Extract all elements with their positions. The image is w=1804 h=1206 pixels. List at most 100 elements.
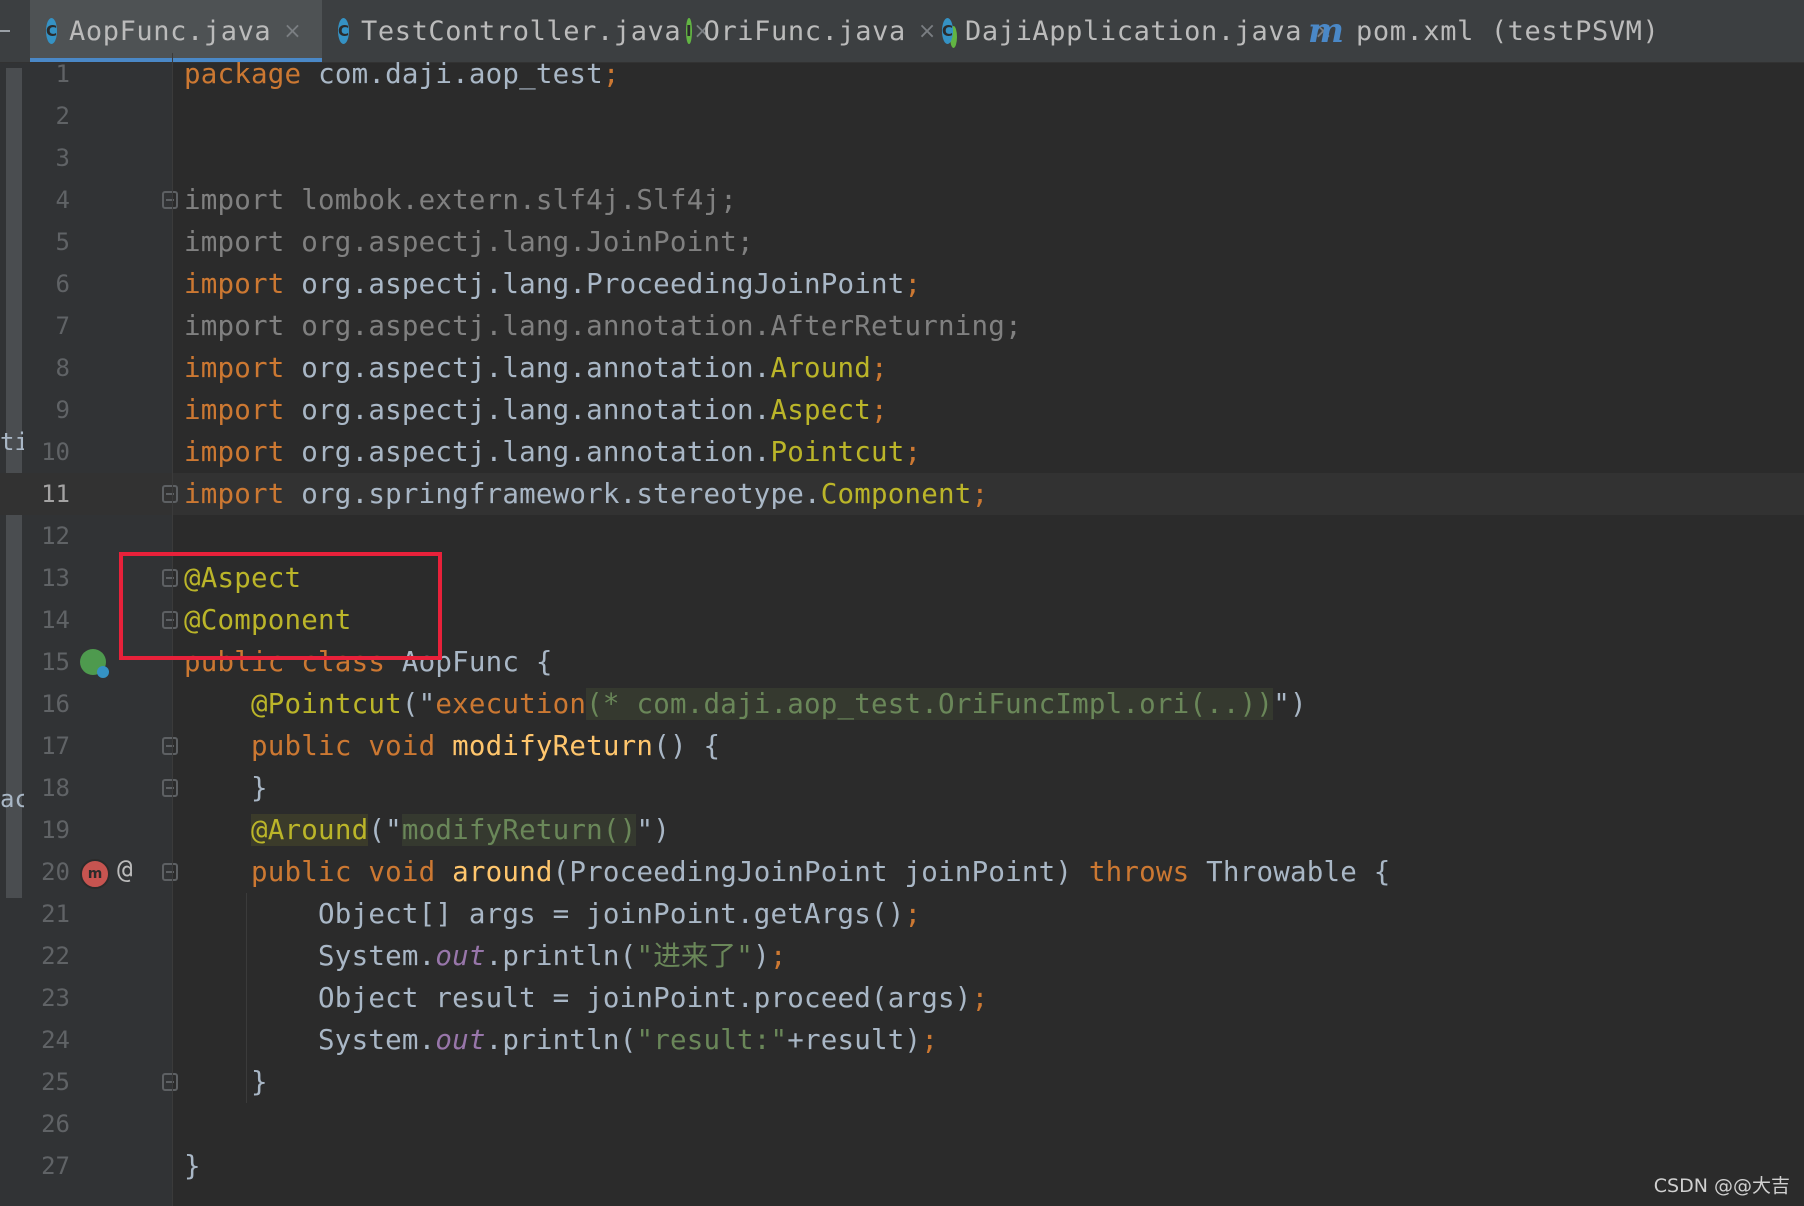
line-number[interactable]: 25	[30, 1061, 70, 1103]
line-number[interactable]: 6	[30, 263, 70, 305]
code-token: org.aspectj.lang.annotation.	[301, 352, 771, 384]
fold-marker-icon[interactable]	[162, 485, 178, 503]
fold-marker-icon[interactable]	[162, 779, 178, 797]
code-line[interactable]: 24 System.out.println("result:"+result);	[0, 1019, 1804, 1061]
close-icon[interactable]: ×	[283, 19, 301, 44]
annotation-navigation-icon[interactable]: @	[117, 855, 133, 885]
code-text[interactable]: import org.aspectj.lang.annotation.Point…	[184, 431, 921, 473]
line-number[interactable]: 23	[30, 977, 70, 1019]
line-number[interactable]: 14	[30, 599, 70, 641]
code-line[interactable]: 10 import org.aspectj.lang.annotation.Poi…	[0, 431, 1804, 473]
fold-marker-icon[interactable]	[162, 863, 178, 881]
code-text[interactable]: import org.aspectj.lang.annotation.After…	[184, 305, 1022, 347]
code-text[interactable]: System.out.println("result:"+result);	[184, 1019, 938, 1061]
line-number[interactable]: 24	[30, 1019, 70, 1061]
fold-marker-icon[interactable]	[162, 1073, 178, 1091]
code-line[interactable]: 1 package com.daji.aop_test;	[0, 53, 1804, 95]
line-number[interactable]: 20	[30, 851, 70, 893]
code-text[interactable]: Object[] args = joinPoint.getArgs();	[184, 893, 921, 935]
code-text[interactable]: System.out.println("进来了");	[184, 935, 787, 977]
line-number[interactable]: 4	[30, 179, 70, 221]
fold-marker-icon[interactable]	[162, 191, 178, 209]
line-number[interactable]: 17	[30, 725, 70, 767]
code-line[interactable]: 7 import org.aspectj.lang.annotation.Afte…	[0, 305, 1804, 347]
code-token: }	[184, 1150, 201, 1182]
code-line[interactable]: 5 import org.aspectj.lang.JoinPoint;	[0, 221, 1804, 263]
line-number[interactable]: 22	[30, 935, 70, 977]
code-line[interactable]: 23 Object result = joinPoint.proceed(arg…	[0, 977, 1804, 1019]
line-number[interactable]: 16	[30, 683, 70, 725]
code-text[interactable]: }	[184, 1061, 268, 1103]
code-line[interactable]: 8 import org.aspectj.lang.annotation.Arou…	[0, 347, 1804, 389]
code-line[interactable]: 21 Object[] args = joinPoint.getArgs();	[0, 893, 1804, 935]
code-token: org.aspectj.lang.ProceedingJoinPoint	[301, 268, 905, 300]
code-line[interactable]: 20 public void around(ProceedingJoinPoin…	[0, 851, 1804, 893]
code-line[interactable]: 3	[0, 137, 1804, 179]
line-number[interactable]: 18	[30, 767, 70, 809]
spring-bean-icon[interactable]	[80, 649, 109, 678]
code-token: Around	[770, 352, 872, 384]
code-token: ("	[401, 688, 436, 720]
code-text[interactable]: @Around("modifyReturn()")	[184, 809, 670, 851]
tab-label: OriFunc.java	[703, 15, 906, 47]
line-number[interactable]: 7	[30, 305, 70, 347]
code-text[interactable]: public void modifyReturn() {	[184, 725, 720, 767]
code-line[interactable]: 27}	[0, 1145, 1804, 1187]
code-line[interactable]: 6 import org.aspectj.lang.ProceedingJoinP…	[0, 263, 1804, 305]
code-token: import	[184, 478, 302, 510]
code-line[interactable]: 22 System.out.println("进来了");	[0, 935, 1804, 977]
maven-icon: m	[1308, 11, 1344, 51]
line-number[interactable]: 10	[30, 431, 70, 473]
code-text[interactable]: import org.aspectj.lang.ProceedingJoinPo…	[184, 263, 921, 305]
code-text[interactable]: import org.aspectj.lang.annotation.Aroun…	[184, 347, 888, 389]
line-number[interactable]: 3	[30, 137, 70, 179]
code-text[interactable]: @Pointcut("execution(* com.daji.aop_test…	[184, 683, 1307, 725]
code-token: +result)	[787, 1024, 922, 1056]
code-token: import lombok.extern.slf4j.Slf4j;	[184, 184, 737, 216]
fold-marker-icon[interactable]	[162, 737, 178, 755]
line-number[interactable]: 5	[30, 221, 70, 263]
code-token: ;	[904, 898, 922, 930]
line-number[interactable]: 2	[30, 95, 70, 137]
code-text[interactable]: }	[184, 1145, 201, 1187]
code-line[interactable]: 19 @Around("modifyReturn()")	[0, 809, 1804, 851]
code-text[interactable]: import org.aspectj.lang.annotation.Aspec…	[184, 389, 888, 431]
aop-advice-method-icon[interactable]: m	[80, 859, 110, 889]
line-number[interactable]: 15	[30, 641, 70, 683]
code-line[interactable]: 12	[0, 515, 1804, 557]
code-text[interactable]: }	[184, 767, 268, 809]
code-token: ;	[904, 436, 922, 468]
code-text[interactable]: Object result = joinPoint.proceed(args);	[184, 977, 988, 1019]
line-number[interactable]: 21	[30, 893, 70, 935]
line-number[interactable]: 19	[30, 809, 70, 851]
line-number[interactable]: 9	[30, 389, 70, 431]
tab-bar-menu-stub[interactable]	[0, 30, 10, 32]
code-text[interactable]: import lombok.extern.slf4j.Slf4j;	[184, 179, 737, 221]
code-line[interactable]: 4 import lombok.extern.slf4j.Slf4j;	[0, 179, 1804, 221]
code-line[interactable]: 2	[0, 95, 1804, 137]
line-number[interactable]: 8	[30, 347, 70, 389]
line-number[interactable]: 1	[30, 53, 70, 95]
line-number[interactable]: 13	[30, 557, 70, 599]
code-text[interactable]: package com.daji.aop_test;	[184, 53, 620, 95]
code-line[interactable]: 25 }	[0, 1061, 1804, 1103]
code-line[interactable]: 26	[0, 1103, 1804, 1145]
code-token: @Pointcut	[251, 688, 402, 720]
code-text[interactable]: import org.springframework.stereotype.Co…	[184, 473, 988, 515]
code-token: modifyReturn	[452, 730, 654, 762]
code-line[interactable]: 16 @Pointcut("execution(* com.daji.aop_t…	[0, 683, 1804, 725]
code-line[interactable]: 9 import org.aspectj.lang.annotation.Aspe…	[0, 389, 1804, 431]
line-number[interactable]: 11	[30, 473, 70, 515]
code-line[interactable]: 18 }	[0, 767, 1804, 809]
code-text[interactable]: public void around(ProceedingJoinPoint j…	[184, 851, 1391, 893]
code-line[interactable]: 17 public void modifyReturn() {	[0, 725, 1804, 767]
code-token: package	[184, 58, 319, 90]
line-number[interactable]: 26	[30, 1103, 70, 1145]
code-token: Pointcut	[770, 436, 905, 468]
code-line[interactable]: 11 import org.springframework.stereotype.…	[0, 473, 1804, 515]
code-token: Object result = joinPoint.proceed(args)	[184, 982, 972, 1014]
line-number[interactable]: 12	[30, 515, 70, 557]
code-text[interactable]: import org.aspectj.lang.JoinPoint;	[184, 221, 754, 263]
line-number[interactable]: 27	[30, 1145, 70, 1187]
